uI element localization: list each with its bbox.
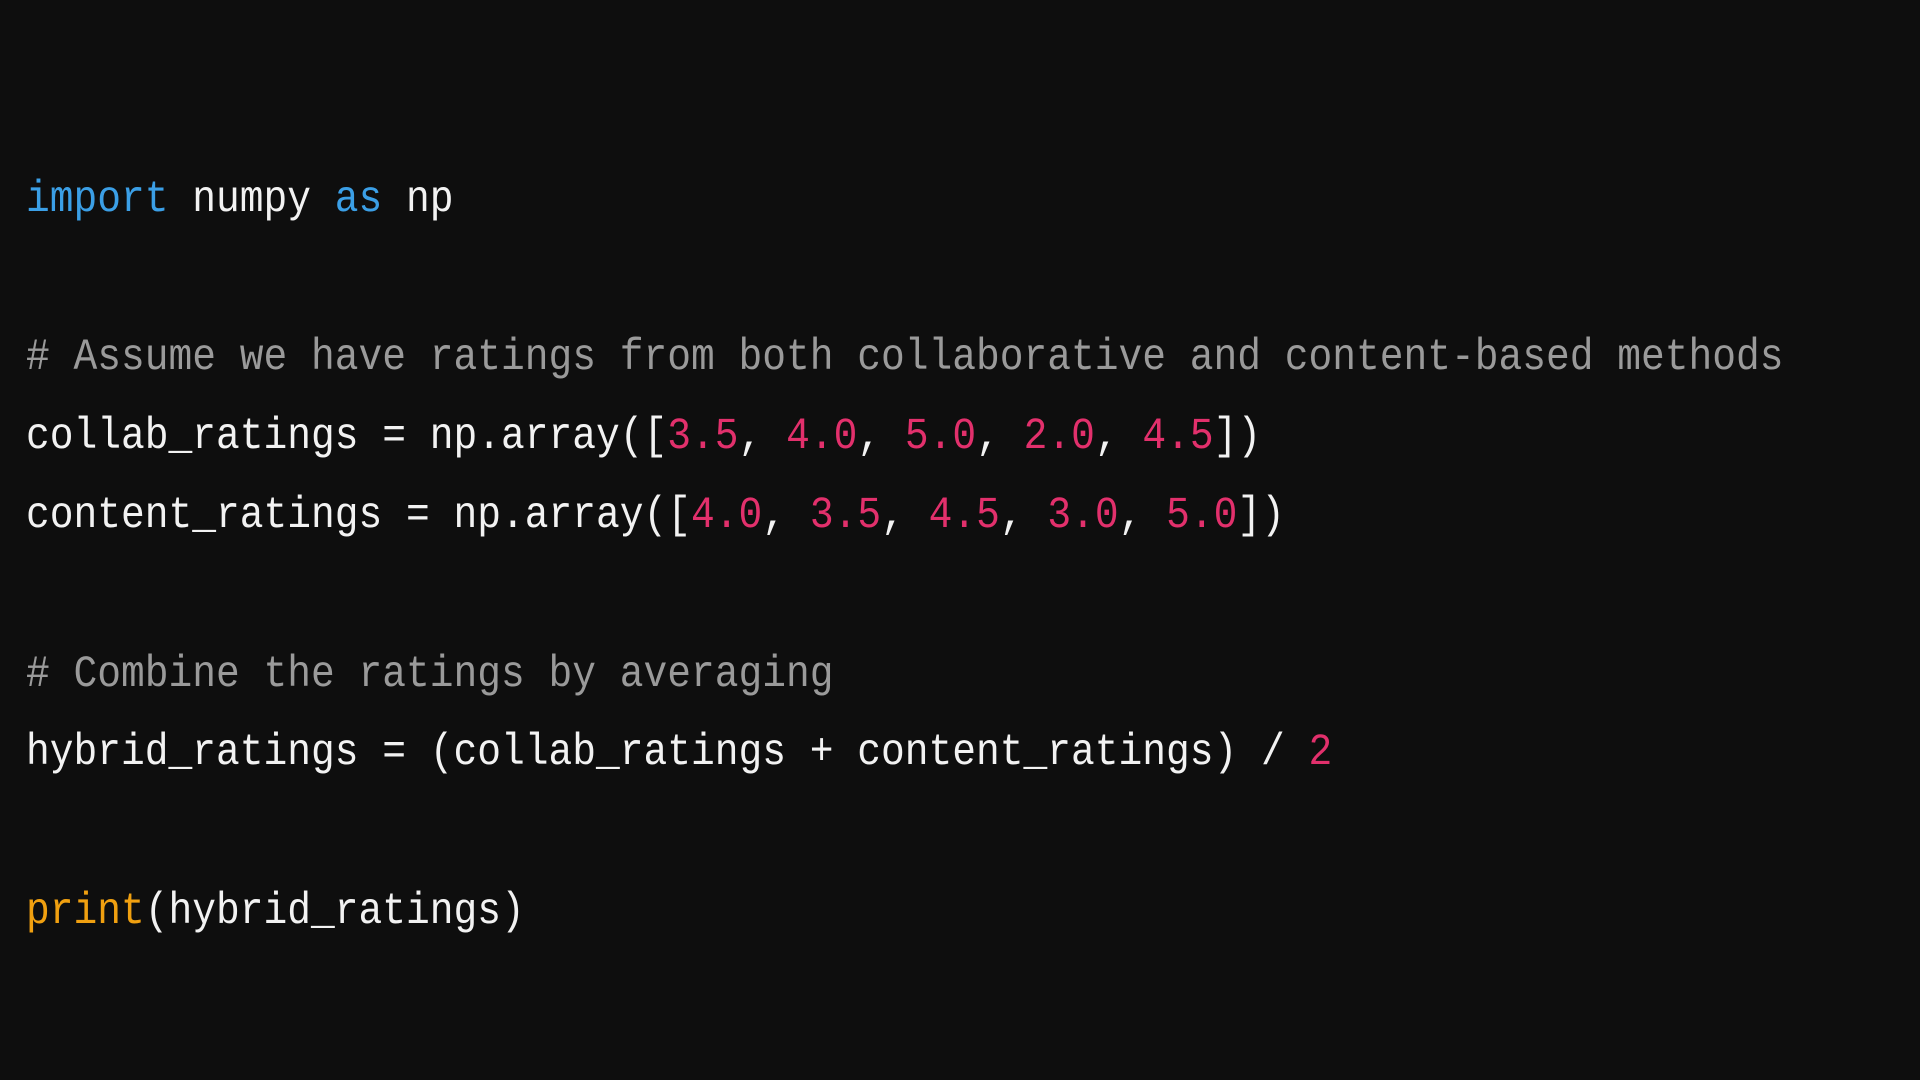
number-literal: 3.5 [667,411,739,462]
number-literal: 4.5 [1142,411,1214,462]
keyword-as: as [334,174,383,225]
separator: , [999,490,1048,541]
number-literal: 4.5 [928,490,1000,541]
separator: , [976,411,1024,462]
separator: , [857,411,905,462]
module-name: numpy [168,174,335,225]
module-alias: np [382,174,454,225]
separator: , [881,490,929,541]
code-line-print: print(hybrid_ratings) [26,885,525,939]
number-literal: 4.0 [786,411,858,462]
collab-suffix: ]) [1213,411,1262,462]
code-comment-assume: # Assume we have ratings from both colla… [26,332,1784,383]
keyword-import: import [26,174,169,225]
hybrid-expression: hybrid_ratings = (collab_ratings + conte… [26,727,1309,778]
code-line-collab-ratings: collab_ratings = np.array([3.5, 4.0, 5.0… [26,410,1261,464]
separator: , [1094,411,1143,462]
code-comment-combine: # Combine the ratings by averaging [26,649,834,700]
number-literal: 5.0 [1166,490,1238,541]
code-editor[interactable]: import numpy as np # Assume we have rati… [0,0,1920,1080]
number-literal: 3.5 [809,490,882,541]
number-literal: 4.0 [691,490,763,541]
content-suffix: ]) [1237,490,1285,541]
code-line-import: import numpy as np [26,173,454,227]
code-line-content-ratings: content_ratings = np.array([4.0, 3.5, 4.… [26,489,1285,543]
content-prefix: content_ratings = np.array([ [26,490,692,541]
number-literal: 2 [1308,727,1333,778]
number-literal: 3.0 [1047,490,1119,541]
separator: , [762,490,810,541]
separator: , [738,411,787,462]
code-line-hybrid-ratings: hybrid_ratings = (collab_ratings + conte… [26,726,1332,780]
builtin-print: print [26,886,145,937]
collab-prefix: collab_ratings = np.array([ [26,411,668,462]
separator: , [1118,490,1167,541]
number-literal: 5.0 [904,411,977,462]
print-args: (hybrid_ratings) [144,886,525,937]
number-literal: 2.0 [1023,411,1095,462]
